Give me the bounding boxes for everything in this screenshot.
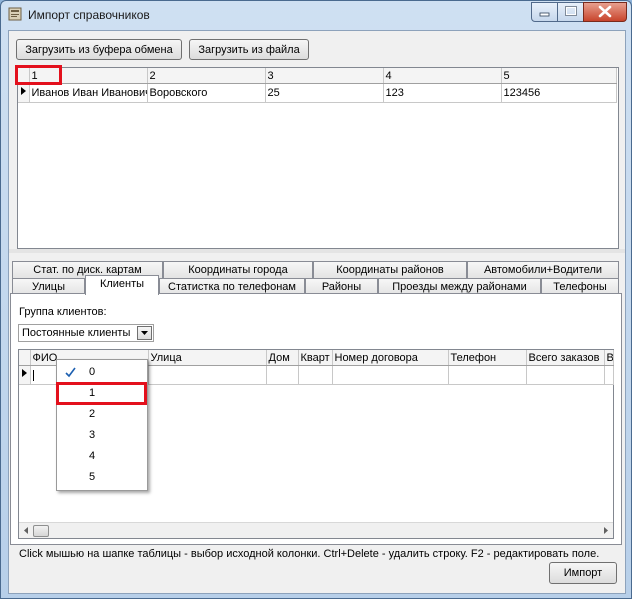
table-cell[interactable]: [604, 365, 614, 385]
checkmark-icon: [65, 367, 76, 378]
fio-column-dropdown[interactable]: 0 1 2 3 4 5: [56, 359, 148, 491]
table-cell[interactable]: Воровского: [147, 83, 266, 103]
column-header-street[interactable]: Улица: [148, 350, 267, 366]
dropdown-option-label: 4: [89, 450, 96, 462]
client-group-select[interactable]: Постоянные клиенты: [18, 324, 154, 342]
dropdown-option-2[interactable]: 2: [57, 404, 147, 425]
table-cell[interactable]: [148, 365, 267, 385]
dropdown-option-5[interactable]: 5: [57, 467, 147, 488]
table-row[interactable]: Иванов Иван Иванович Воровского 25 123 1…: [18, 83, 617, 103]
table-cell[interactable]: 25: [265, 83, 384, 103]
column-header-house[interactable]: Дом: [266, 350, 299, 366]
table-cell[interactable]: [526, 365, 605, 385]
load-file-button[interactable]: Загрузить из файла: [189, 39, 309, 60]
status-hint: Click мышью на шапке таблицы - выбор исх…: [19, 548, 600, 560]
horizontal-scrollbar[interactable]: [19, 522, 613, 538]
table-cell[interactable]: 123456: [501, 83, 617, 103]
column-header-total-orders[interactable]: Всего заказов: [526, 350, 605, 366]
scroll-left-icon[interactable]: [22, 526, 30, 535]
import-source-grid[interactable]: 1 2 3 4 5 Иванов Иван Иванович Воровског…: [17, 67, 619, 249]
dropdown-option-label: 3: [89, 429, 96, 441]
column-header-contract[interactable]: Номер договора: [332, 350, 449, 366]
main-window: Импорт справочников Загрузить из буфера …: [0, 0, 632, 599]
grid-header-row: 1 2 3 4 5: [18, 68, 617, 84]
tab-district-coordinates[interactable]: Координаты районов: [313, 261, 467, 278]
row-pointer-icon: [22, 369, 27, 377]
chevron-down-icon: [141, 331, 148, 335]
tab-cars-drivers[interactable]: Автомобили+Водители: [467, 261, 619, 278]
combo-dropdown-button[interactable]: [137, 326, 152, 340]
minimize-button[interactable]: [531, 2, 559, 22]
window-title: Импорт справочников: [28, 8, 150, 22]
highlight-option-1: [56, 382, 147, 405]
table-cell[interactable]: [332, 365, 449, 385]
column-header-4[interactable]: 4: [383, 68, 502, 84]
dropdown-option-label: 2: [89, 408, 96, 420]
import-button[interactable]: Импорт: [549, 562, 617, 584]
column-header-2[interactable]: 2: [147, 68, 266, 84]
scroll-right-icon[interactable]: [602, 526, 610, 535]
minimize-icon: [539, 12, 550, 17]
dropdown-option-label: 5: [89, 471, 96, 483]
dropdown-option-label: 0: [89, 366, 96, 378]
close-icon: [598, 5, 612, 18]
column-header-5[interactable]: 5: [501, 68, 617, 84]
client-group-label: Группа клиентов:: [19, 306, 107, 318]
maximize-button[interactable]: [557, 2, 585, 22]
splitter[interactable]: [9, 249, 625, 253]
column-header-3[interactable]: 3: [265, 68, 384, 84]
column-header-apartment[interactable]: Кварт: [298, 350, 333, 366]
column-header-phone[interactable]: Телефон: [448, 350, 527, 366]
app-icon: [8, 7, 22, 21]
table-cell[interactable]: [298, 365, 333, 385]
scroll-thumb[interactable]: [33, 525, 49, 537]
row-selector[interactable]: [18, 83, 30, 103]
tab-clients[interactable]: Клиенты: [85, 275, 159, 295]
client-group-value: Постоянные клиенты: [22, 327, 131, 339]
header-corner: [19, 350, 31, 366]
highlight-column-1: [15, 65, 62, 85]
table-cell[interactable]: 123: [383, 83, 502, 103]
dropdown-option-0[interactable]: 0: [57, 362, 147, 383]
table-cell[interactable]: Иванов Иван Иванович: [29, 83, 148, 103]
load-clipboard-button[interactable]: Загрузить из буфера обмена: [16, 39, 182, 60]
column-header-more[interactable]: Вс: [604, 350, 614, 366]
table-cell[interactable]: [448, 365, 527, 385]
dropdown-option-3[interactable]: 3: [57, 425, 147, 446]
title-bar[interactable]: Импорт справочников: [1, 1, 631, 29]
close-button[interactable]: [583, 2, 627, 22]
table-cell[interactable]: [266, 365, 299, 385]
row-pointer-icon: [21, 87, 26, 95]
maximize-icon: [565, 6, 577, 16]
dropdown-option-4[interactable]: 4: [57, 446, 147, 467]
tab-city-coordinates[interactable]: Координаты города: [163, 261, 313, 278]
row-selector[interactable]: [19, 365, 31, 385]
